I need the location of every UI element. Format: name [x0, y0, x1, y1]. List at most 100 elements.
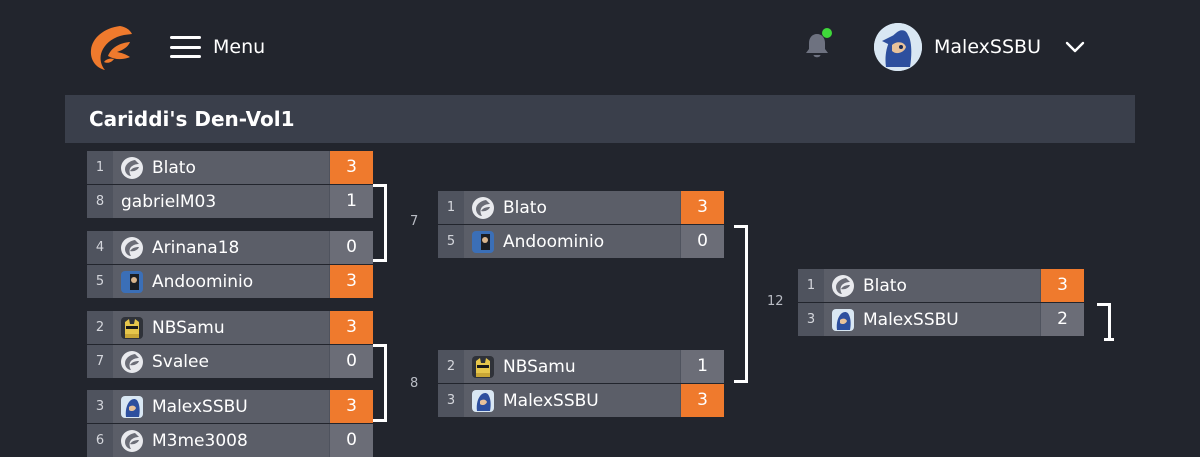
match-card[interactable]: 3 MalexSSBU 3 6 M3me3008 0 — [87, 390, 373, 457]
player-entry[interactable]: MalexSSBU — [464, 384, 680, 417]
player-entry[interactable]: Blato — [824, 269, 1040, 302]
player-name: MalexSSBU — [863, 309, 959, 330]
bracket-slot: 5 Andoominio 3 — [87, 265, 373, 298]
menu-button[interactable]: Menu — [170, 33, 265, 61]
avatar — [874, 23, 922, 71]
seed-number: 6 — [95, 433, 105, 448]
seed-number: 3 — [95, 399, 105, 414]
bracket-connector — [373, 344, 387, 422]
score: 3 — [330, 311, 373, 344]
user-name: MalexSSBU — [934, 36, 1041, 58]
score: 3 — [330, 265, 373, 298]
player-entry[interactable]: Svalee — [113, 345, 329, 378]
player-name: Andoominio — [152, 271, 254, 292]
match-card[interactable]: 1 Blato 3 3 MalexSSBU 2 — [798, 269, 1084, 336]
seed-number: 1 — [95, 160, 105, 175]
score: 0 — [330, 345, 373, 378]
chevron-down-icon[interactable] — [1065, 40, 1085, 54]
score: 0 — [330, 231, 373, 264]
player-avatar — [121, 350, 143, 373]
player-name: M3me3008 — [152, 430, 248, 451]
page-title: Cariddi's Den-Vol1 — [89, 107, 295, 131]
player-entry[interactable]: Blato — [113, 151, 329, 184]
player-entry[interactable]: NBSamu — [464, 350, 680, 383]
player-avatar — [121, 316, 143, 339]
bracket-slot: 1 Blato 3 — [87, 151, 373, 184]
match-card[interactable]: 4 Arinana18 0 5 Andoominio 3 — [87, 231, 373, 298]
player-name: Blato — [503, 197, 547, 218]
player-avatar — [472, 196, 494, 219]
player-avatar — [832, 308, 854, 331]
bracket-slot: 1 Blato 3 — [438, 191, 724, 224]
player-name: gabrielM03 — [121, 191, 217, 212]
match-number: 12 — [767, 294, 784, 309]
bracket-connector — [734, 225, 748, 383]
player-entry[interactable]: MalexSSBU — [113, 390, 329, 423]
player-avatar — [121, 429, 143, 452]
seed-number: 1 — [446, 200, 456, 215]
bracket-slot: 8 gabrielM03 1 — [87, 185, 373, 218]
player-avatar — [121, 395, 143, 418]
match-card[interactable]: 1 Blato 3 8 gabrielM03 1 — [87, 151, 373, 218]
bracket-slot: 4 Arinana18 0 — [87, 231, 373, 264]
player-avatar — [472, 230, 494, 253]
bracket-connector — [373, 184, 387, 262]
tournament-header: Cariddi's Den-Vol1 — [65, 95, 1135, 143]
bracket-connector — [1097, 303, 1111, 341]
player-entry[interactable]: gabrielM03 — [113, 185, 329, 218]
hamburger-icon — [170, 36, 201, 58]
match-card[interactable]: 2 NBSamu 1 3 MalexSSBU 3 — [438, 350, 724, 417]
score: 2 — [1041, 303, 1084, 336]
player-entry[interactable]: Andoominio — [113, 265, 329, 298]
score: 3 — [681, 384, 724, 417]
score: 3 — [330, 151, 373, 184]
player-entry[interactable]: M3me3008 — [113, 424, 329, 457]
player-avatar — [121, 236, 143, 259]
seed-number: 5 — [95, 274, 105, 289]
bracket-slot: 3 MalexSSBU 3 — [438, 384, 724, 417]
bracket-slot: 3 MalexSSBU 2 — [798, 303, 1084, 336]
match-number: 8 — [410, 376, 419, 391]
player-name: Arinana18 — [152, 237, 240, 258]
player-avatar — [121, 156, 143, 179]
player-name: Blato — [152, 157, 196, 178]
score: 1 — [681, 350, 724, 383]
player-name: NBSamu — [503, 356, 576, 377]
site-logo[interactable] — [86, 22, 138, 74]
bracket-slot: 2 NBSamu 1 — [438, 350, 724, 383]
menu-label: Menu — [213, 36, 266, 58]
score: 3 — [681, 191, 724, 224]
bracket-slot: 1 Blato 3 — [798, 269, 1084, 302]
seed-number: 7 — [95, 354, 105, 369]
bracket-slot: 7 Svalee 0 — [87, 345, 373, 378]
player-avatar — [472, 355, 494, 378]
player-name: MalexSSBU — [503, 390, 599, 411]
bracket-slot: 5 Andoominio 0 — [438, 225, 724, 258]
player-entry[interactable]: Blato — [464, 191, 680, 224]
bracket-slot: 2 NBSamu 3 — [87, 311, 373, 344]
match-card[interactable]: 1 Blato 3 5 Andoominio 0 — [438, 191, 724, 258]
seed-number: 1 — [806, 278, 816, 293]
seed-number: 4 — [95, 240, 105, 255]
player-name: NBSamu — [152, 317, 225, 338]
player-name: MalexSSBU — [152, 396, 248, 417]
match-card[interactable]: 2 NBSamu 3 7 Svalee 0 — [87, 311, 373, 378]
score: 0 — [681, 225, 724, 258]
seed-number: 2 — [95, 320, 105, 335]
player-entry[interactable]: MalexSSBU — [824, 303, 1040, 336]
seed-number: 3 — [806, 312, 816, 327]
score: 0 — [330, 424, 373, 457]
user-menu[interactable]: MalexSSBU — [874, 22, 1085, 72]
match-number: 7 — [410, 214, 419, 229]
bracket-slot: 3 MalexSSBU 3 — [87, 390, 373, 423]
player-avatar — [121, 270, 143, 293]
bracket-slot: 6 M3me3008 0 — [87, 424, 373, 457]
seed-number: 5 — [446, 234, 456, 249]
seed-number: 8 — [95, 194, 105, 209]
player-entry[interactable]: NBSamu — [113, 311, 329, 344]
seed-number: 3 — [446, 393, 456, 408]
seed-number: 2 — [446, 359, 456, 374]
player-name: Blato — [863, 275, 907, 296]
player-entry[interactable]: Arinana18 — [113, 231, 329, 264]
player-entry[interactable]: Andoominio — [464, 225, 680, 258]
